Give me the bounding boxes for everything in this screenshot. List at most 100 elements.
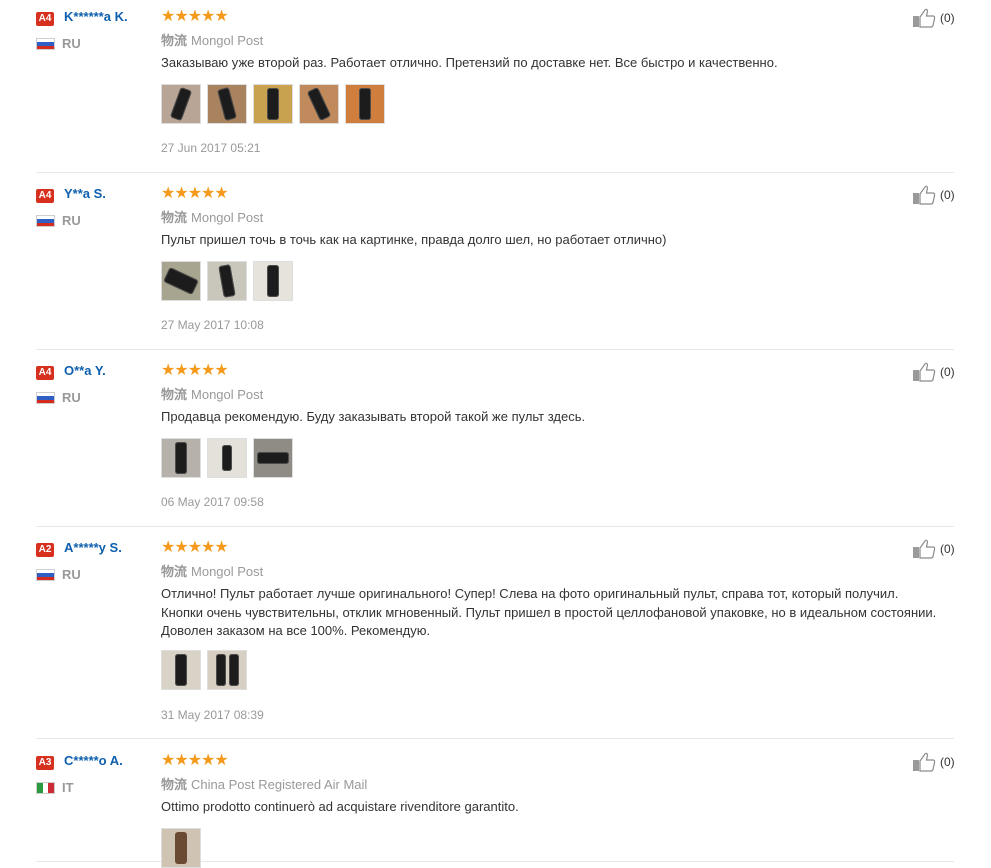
logistics-label: 物流 — [161, 564, 188, 579]
remote-photo-icon — [215, 654, 226, 686]
remote-photo-icon — [175, 654, 187, 686]
review-item: A3 C*****o A. IT ★★★★★ 物流 China Post Regi… — [36, 744, 955, 868]
remote-photo-icon — [306, 86, 332, 122]
review-photo-thumbnail[interactable] — [161, 650, 201, 690]
remote-photo-icon — [228, 654, 239, 686]
rating-stars: ★★★★★ — [161, 752, 229, 769]
logistics-method: Mongol Post — [191, 564, 264, 579]
reviewer-country: RU — [62, 213, 81, 228]
rating-stars: ★★★★★ — [161, 362, 229, 379]
remote-photo-icon — [218, 264, 236, 298]
review-photo-thumbnail[interactable] — [253, 261, 293, 301]
logistics-info: 物流 Mongol Post — [161, 207, 263, 226]
reviewer-country: RU — [62, 36, 81, 51]
like-count: (0) — [940, 11, 955, 25]
like-count: (0) — [940, 188, 955, 202]
buyer-level-badge: A4 — [36, 12, 54, 26]
review-photo-thumbnail[interactable] — [207, 84, 247, 124]
review-photo-thumbnail[interactable] — [207, 438, 247, 478]
buyer-level-badge: A3 — [36, 756, 54, 770]
buyer-level-badge: A2 — [36, 543, 54, 557]
thumbs-up-icon — [913, 752, 936, 772]
logistics-method: Mongol Post — [191, 33, 264, 48]
review-photos — [161, 438, 293, 478]
review-text: Пульт пришел точь в точь как на картинке… — [161, 232, 667, 247]
thumbs-up-icon — [913, 8, 936, 28]
like-count: (0) — [940, 542, 955, 556]
review-item: A4 O**a Y. RU ★★★★★ 物流 Mongol Post Продав… — [36, 354, 955, 527]
like-count: (0) — [940, 365, 955, 379]
review-photo-thumbnail[interactable] — [161, 261, 201, 301]
review-photo-thumbnail[interactable] — [161, 438, 201, 478]
remote-photo-icon — [169, 86, 193, 122]
review-photo-thumbnail[interactable] — [207, 650, 247, 690]
thumbs-up-icon — [913, 362, 936, 382]
logistics-method: Mongol Post — [191, 387, 264, 402]
review-photos — [161, 84, 385, 124]
reviewer-name-link[interactable]: C*****o A. — [64, 753, 123, 768]
thumbs-up-icon — [913, 539, 936, 559]
review-date: 27 May 2017 10:08 — [161, 318, 264, 332]
logistics-label: 物流 — [161, 210, 188, 225]
rating-stars: ★★★★★ — [161, 185, 229, 202]
logistics-label: 物流 — [161, 33, 188, 48]
review-date: 06 May 2017 09:58 — [161, 495, 264, 509]
logistics-info: 物流 Mongol Post — [161, 30, 263, 49]
review-date: 27 Jun 2017 05:21 — [161, 141, 261, 155]
like-count: (0) — [940, 755, 955, 769]
remote-photo-icon — [163, 266, 199, 296]
remote-photo-icon — [222, 445, 232, 471]
like-button[interactable]: (0) — [912, 362, 955, 382]
logistics-method: China Post Registered Air Mail — [191, 777, 368, 792]
remote-photo-icon — [175, 442, 187, 474]
like-button[interactable]: (0) — [912, 185, 955, 205]
like-button[interactable]: (0) — [912, 539, 955, 559]
review-item: A4 K******a K. RU ★★★★★ 物流 Mongol Post За… — [36, 0, 955, 173]
logistics-method: Mongol Post — [191, 210, 264, 225]
review-item: A4 Y**a S. RU ★★★★★ 物流 Mongol Post Пульт … — [36, 177, 955, 350]
review-item: A2 A*****y S. RU ★★★★★ 物流 Mongol Post Отл… — [36, 531, 955, 739]
flag-ru-icon — [36, 215, 55, 227]
rating-stars: ★★★★★ — [161, 539, 229, 556]
reviewer-country: IT — [62, 780, 74, 795]
review-text: Ottimo prodotto continuerò ad acquistare… — [161, 799, 519, 814]
logistics-info: 物流 Mongol Post — [161, 561, 263, 580]
review-text: Заказываю уже второй раз. Работает отлич… — [161, 55, 778, 70]
remote-photo-icon — [267, 265, 279, 297]
like-button[interactable]: (0) — [912, 752, 955, 772]
logistics-info: 物流 Mongol Post — [161, 384, 263, 403]
flag-ru-icon — [36, 569, 55, 581]
flag-ru-icon — [36, 392, 55, 404]
review-text: Отлично! Пульт работает лучше оригинальн… — [161, 586, 937, 638]
reviewer-country: RU — [62, 390, 81, 405]
thumbs-up-icon — [913, 185, 936, 205]
review-photo-thumbnail[interactable] — [253, 438, 293, 478]
review-photo-thumbnail[interactable] — [299, 84, 339, 124]
review-photo-thumbnail[interactable] — [207, 261, 247, 301]
logistics-label: 物流 — [161, 777, 188, 792]
remote-photo-icon — [217, 86, 237, 122]
logistics-label: 物流 — [161, 387, 188, 402]
rating-stars: ★★★★★ — [161, 8, 229, 25]
buyer-level-badge: A4 — [36, 189, 54, 203]
like-button[interactable]: (0) — [912, 8, 955, 28]
review-photos — [161, 828, 201, 868]
reviewer-name-link[interactable]: A*****y S. — [64, 540, 122, 555]
review-photo-thumbnail[interactable] — [161, 828, 201, 868]
review-text: Продавца рекомендую. Буду заказывать вто… — [161, 409, 586, 424]
review-photo-thumbnail[interactable] — [345, 84, 385, 124]
remote-photo-icon — [257, 452, 289, 464]
review-photo-thumbnail[interactable] — [253, 84, 293, 124]
review-date: 31 May 2017 08:39 — [161, 708, 264, 722]
reviewer-name-link[interactable]: Y**a S. — [64, 186, 106, 201]
flag-ru-icon — [36, 38, 55, 50]
reviewer-name-link[interactable]: K******a K. — [64, 9, 128, 24]
review-photo-thumbnail[interactable] — [161, 84, 201, 124]
review-photos — [161, 650, 247, 690]
remote-photo-icon — [175, 832, 187, 864]
logistics-info: 物流 China Post Registered Air Mail — [161, 774, 367, 793]
reviewer-country: RU — [62, 567, 81, 582]
remote-photo-icon — [359, 88, 371, 120]
remote-photo-icon — [267, 88, 279, 120]
reviewer-name-link[interactable]: O**a Y. — [64, 363, 106, 378]
